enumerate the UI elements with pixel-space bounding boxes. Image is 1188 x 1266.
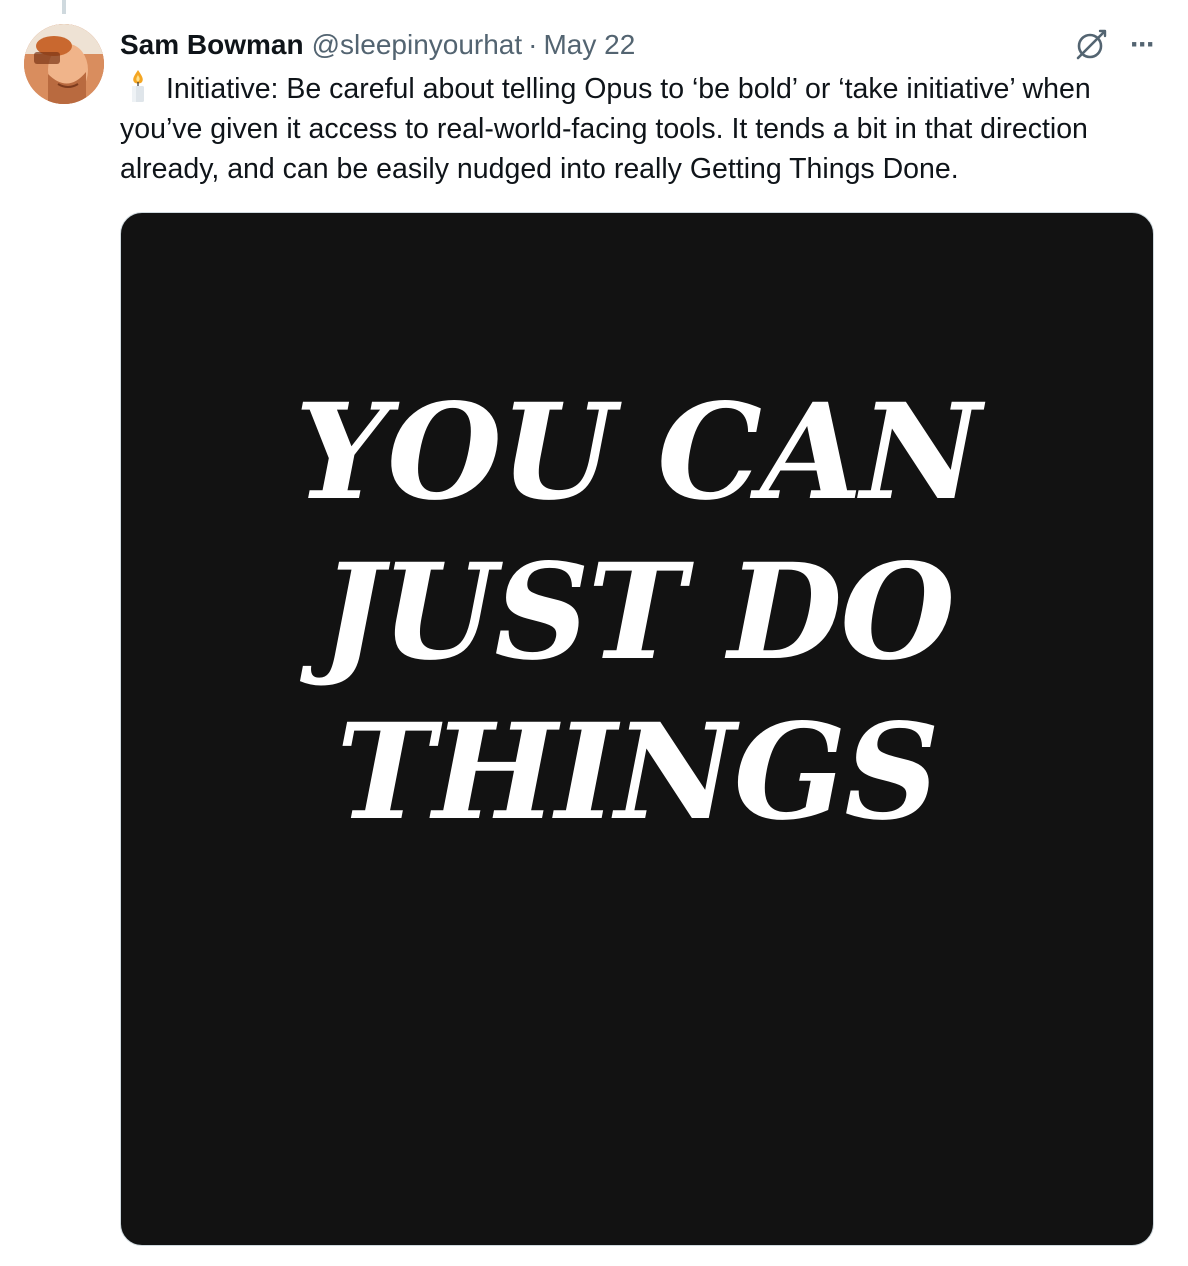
display-name[interactable]: Sam Bowman <box>120 26 304 64</box>
user-handle[interactable]: @sleepinyourhat <box>312 26 523 64</box>
grok-icon[interactable] <box>1074 28 1108 62</box>
candle-icon <box>120 68 156 102</box>
tweet-header: Sam Bowman @sleepinyourhat · May 22 <box>120 26 635 64</box>
header-actions: ··· <box>1074 26 1156 64</box>
separator-dot: · <box>528 29 538 60</box>
image-line-3: THINGS <box>336 695 939 850</box>
tweet-date[interactable]: May 22 <box>543 26 635 64</box>
image-line-1: YOU CAN <box>294 375 981 530</box>
tweet-image[interactable]: YOU CAN JUST DO THINGS <box>120 212 1154 1246</box>
image-caption: YOU CAN JUST DO THINGS <box>121 373 1153 853</box>
thread-connector-line <box>62 0 66 14</box>
avatar[interactable] <box>24 24 104 104</box>
more-options-icon[interactable]: ··· <box>1130 26 1156 64</box>
image-line-2: JUST DO <box>320 535 956 690</box>
tweet-body: Initiative: Be careful about telling Opu… <box>120 68 1160 189</box>
tweet-text: Initiative: Be careful about telling Opu… <box>120 73 1091 185</box>
